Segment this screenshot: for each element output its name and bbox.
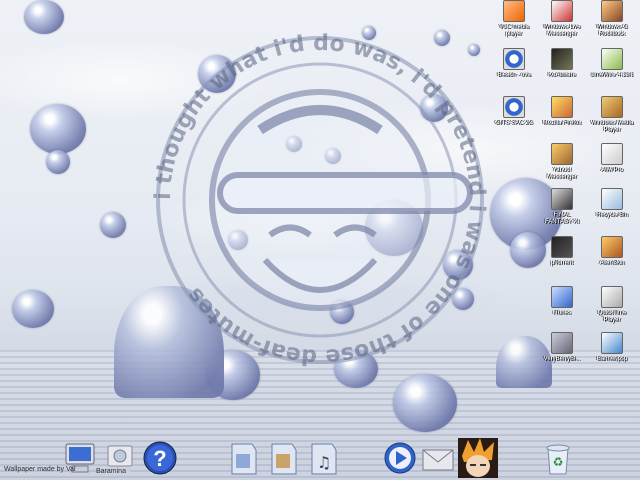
svg-text:♫: ♫ — [317, 453, 331, 472]
video-file-icon — [503, 48, 525, 70]
mail-icon[interactable] — [420, 440, 456, 476]
wallpaper-credit: Wallpaper made by Val — [4, 466, 76, 473]
desktop-icon-limewire[interactable]: LimeWire 4.13.8 — [590, 48, 634, 79]
bubble — [30, 104, 86, 154]
desktop-icon-veryberry[interactable]: VeryBerryBl... — [540, 332, 584, 363]
pictures-folder-icon[interactable] — [266, 440, 302, 476]
alien-icon — [601, 236, 623, 258]
firefox-icon — [551, 96, 573, 118]
svg-text:?: ? — [153, 446, 166, 471]
desktop-icon-gits[interactable]: GITS SAC 2G — [492, 96, 536, 127]
bubble — [100, 212, 126, 238]
anime-icon — [551, 48, 573, 70]
desktop-icon-utorrent[interactable]: µTorrent — [540, 236, 584, 267]
bubble — [24, 0, 64, 34]
desktop-icon-quicktime[interactable]: QuickTime Player — [590, 286, 634, 324]
desktop-icon-aim-pro[interactable]: AIM Pro — [590, 143, 634, 174]
svg-text:♻: ♻ — [553, 455, 564, 469]
vlc-icon — [503, 0, 525, 22]
desktop-icon-vlc[interactable]: VLC media player — [492, 0, 536, 38]
itunes-icon — [551, 286, 573, 308]
rocketdock-icon — [601, 0, 623, 22]
recycle-bin-icon[interactable]: ♻ — [540, 440, 576, 476]
ffxi-icon — [551, 188, 573, 210]
yahoo-icon — [551, 143, 573, 165]
desktop-icon-yahoo[interactable]: Yahoo! Messenger — [540, 143, 584, 181]
desktop-icon-ffxi[interactable]: FINAL FANTASY XI — [540, 188, 584, 226]
messenger-icon — [551, 0, 573, 22]
desktop-icon-alienskin[interactable]: AlienSkin — [590, 236, 634, 267]
documents-folder-icon[interactable] — [226, 440, 262, 476]
laughing-man-logo: i thought what i'd do was, i'd pretend i… — [151, 31, 489, 369]
bubble — [393, 374, 457, 432]
utorrent-icon — [551, 236, 573, 258]
desktop-icon-koadware[interactable]: KoAdware — [540, 48, 584, 79]
recycle-bin-icon — [601, 188, 623, 210]
bubble — [12, 290, 54, 328]
desktop-icon-banner-psp[interactable]: Banner.psp — [590, 332, 634, 363]
aim-icon — [601, 143, 623, 165]
help-icon[interactable]: ? — [142, 440, 178, 476]
desktop-icon-firefox[interactable]: Mozilla Firefox — [540, 96, 584, 127]
media-player-icon — [601, 96, 623, 118]
bubble — [46, 150, 70, 174]
desktop-icon-itunes[interactable]: iTunes — [540, 286, 584, 317]
dock-label-computer: Baramina — [96, 468, 126, 475]
desktop: i thought what i'd do was, i'd pretend i… — [0, 0, 640, 480]
media-player-icon[interactable] — [382, 440, 418, 476]
desktop-icon-messenger[interactable]: Windows Live Messenger — [540, 0, 584, 38]
desktop-icon-rocketdock[interactable]: Windows-G Rockdock — [590, 0, 634, 38]
video-file-icon — [503, 96, 525, 118]
desktop-icon-recycle-bin[interactable]: Recycle Bin — [590, 188, 634, 219]
character-icon[interactable] — [458, 438, 498, 478]
anime-icon — [551, 332, 573, 354]
desktop-icon-media-player[interactable]: Windows Media Player — [590, 96, 634, 134]
quicktime-icon — [601, 286, 623, 308]
music-folder-icon[interactable]: ♫ — [306, 440, 342, 476]
image-file-icon — [601, 332, 623, 354]
limewire-icon — [601, 48, 623, 70]
desktop-icon-bleach-ova[interactable]: Bleach - ova — [492, 48, 536, 79]
